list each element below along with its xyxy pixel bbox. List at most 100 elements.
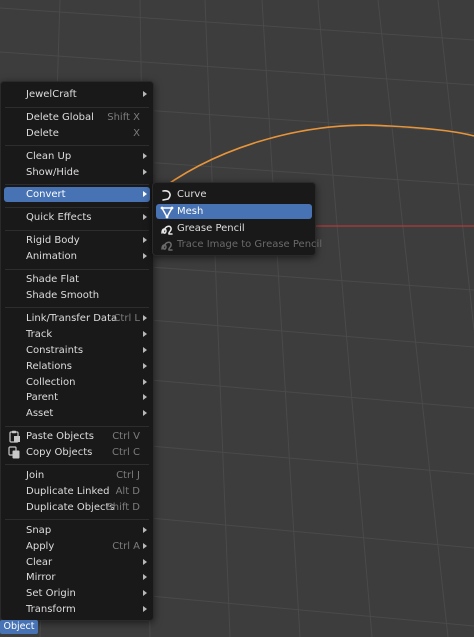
menu-item-track[interactable]: Track (4, 327, 150, 342)
convert-submenu: Curve Mesh Grease Pencil Trace Image to … (152, 182, 322, 256)
curve-icon (162, 190, 171, 201)
menu-separator (5, 145, 149, 146)
object-menu: JewelCraft Delete Global Shift X Delete … (0, 81, 154, 621)
menu-item-label: Duplicate Objects (26, 502, 115, 513)
menu-item-quick-effects[interactable]: Quick Effects (4, 210, 150, 225)
mesh-icon (160, 206, 174, 219)
submenu-item-label: Grease Pencil (177, 223, 245, 234)
menu-item-animation[interactable]: Animation (4, 249, 150, 264)
menu-item-label: Quick Effects (26, 212, 92, 223)
menu-item-label: Track (26, 329, 53, 340)
menu-item-paste-objects[interactable]: Paste Objects Ctrl V (4, 429, 150, 444)
submenu-item-curve[interactable]: Curve (156, 187, 312, 202)
object-mode-button[interactable]: Object (0, 620, 38, 634)
menu-separator (5, 307, 149, 308)
trace-image-icon (161, 241, 173, 251)
submenu-arrow-icon (143, 606, 147, 612)
menu-item-collection[interactable]: Collection (4, 375, 150, 390)
menu-item-jewelcraft[interactable]: JewelCraft (4, 87, 150, 102)
submenu-arrow-icon (143, 394, 147, 400)
menu-separator (5, 230, 149, 231)
submenu-arrow-icon (143, 214, 147, 220)
menu-item-asset[interactable]: Asset (4, 406, 150, 421)
submenu-item-grease-pencil[interactable]: Grease Pencil (156, 221, 312, 236)
submenu-arrow-icon (143, 559, 147, 565)
menu-item-shortcut: Ctrl V (112, 431, 140, 442)
menu-separator (5, 519, 149, 520)
menu-item-duplicate-objects[interactable]: Duplicate Objects Shift D (4, 500, 150, 515)
menu-item-label: Copy Objects (26, 447, 93, 458)
menu-item-shortcut: X (133, 128, 140, 139)
submenu-arrow-icon (143, 169, 147, 175)
menu-item-label: Convert (26, 189, 66, 200)
submenu-arrow-icon (143, 543, 147, 549)
menu-item-relations[interactable]: Relations (4, 359, 150, 374)
menu-item-label: Parent (26, 392, 59, 403)
menu-separator (5, 184, 149, 185)
submenu-arrow-icon (143, 379, 147, 385)
menu-separator (5, 107, 149, 108)
menu-item-transform[interactable]: Transform (4, 602, 150, 617)
submenu-arrow-icon (143, 253, 147, 259)
submenu-arrow-icon (143, 347, 147, 353)
menu-item-label: Clean Up (26, 151, 72, 162)
menu-item-shade-flat[interactable]: Shade Flat (4, 272, 150, 287)
submenu-arrow-icon (143, 153, 147, 159)
menu-item-shortcut: Shift X (107, 112, 140, 123)
menu-item-shortcut: Ctrl A (112, 541, 140, 552)
submenu-arrow-icon (143, 237, 147, 243)
submenu-item-label: Trace Image to Grease Pencil (177, 239, 323, 250)
menu-item-label: Collection (26, 377, 76, 388)
menu-item-rigid-body[interactable]: Rigid Body (4, 233, 150, 248)
grease-pencil-icon (161, 225, 173, 235)
menu-item-delete[interactable]: Delete X (4, 126, 150, 141)
menu-separator (5, 269, 149, 270)
menu-item-shortcut: Ctrl C (112, 447, 140, 458)
menu-item-label: Rigid Body (26, 235, 80, 246)
menu-item-label: JewelCraft (26, 89, 77, 100)
submenu-item-label: Curve (177, 189, 207, 200)
menu-separator (5, 207, 149, 208)
menu-item-show-hide[interactable]: Show/Hide (4, 165, 150, 180)
menu-item-set-origin[interactable]: Set Origin (4, 586, 150, 601)
menu-item-label: Snap (26, 525, 52, 536)
submenu-arrow-icon (143, 191, 147, 197)
menu-item-shortcut: Shift D (106, 502, 140, 513)
menu-item-apply[interactable]: Apply Ctrl A (4, 539, 150, 554)
submenu-item-label: Mesh (177, 206, 204, 217)
menu-item-clear[interactable]: Clear (4, 555, 150, 570)
menu-item-link-transfer-data[interactable]: Link/Transfer Data Ctrl L (4, 311, 150, 326)
menu-item-constraints[interactable]: Constraints (4, 343, 150, 358)
menu-item-shortcut: Ctrl J (116, 470, 140, 481)
menu-item-label: Animation (26, 251, 77, 262)
submenu-arrow-icon (143, 91, 147, 97)
menu-item-shortcut: Ctrl L (113, 313, 140, 324)
menu-item-label: Shade Flat (26, 274, 80, 285)
menu-item-duplicate-linked[interactable]: Duplicate Linked Alt D (4, 484, 150, 499)
menu-item-shade-smooth[interactable]: Shade Smooth (4, 288, 150, 303)
menu-separator (5, 426, 149, 427)
menu-item-mirror[interactable]: Mirror (4, 570, 150, 585)
menu-item-parent[interactable]: Parent (4, 390, 150, 405)
menu-item-label: Apply (26, 541, 55, 552)
submenu-item-mesh[interactable]: Mesh (156, 204, 312, 219)
submenu-item-trace-image-to-grease-pencil[interactable]: Trace Image to Grease Pencil (156, 237, 322, 252)
submenu-arrow-icon (143, 315, 147, 321)
menu-item-convert[interactable]: Convert (4, 187, 150, 202)
menu-item-label: Shade Smooth (26, 290, 100, 301)
menu-item-label: Delete Global (26, 112, 94, 123)
menu-item-label: Delete (26, 128, 59, 139)
menu-item-label: Asset (26, 408, 54, 419)
menu-item-join[interactable]: Join Ctrl J (4, 468, 150, 483)
submenu-arrow-icon (143, 527, 147, 533)
menu-item-label: Paste Objects (26, 431, 94, 442)
menu-separator (5, 464, 149, 465)
menu-item-label: Join (26, 470, 45, 481)
menu-item-clean-up[interactable]: Clean Up (4, 149, 150, 164)
submenu-arrow-icon (143, 363, 147, 369)
menu-item-snap[interactable]: Snap (4, 523, 150, 538)
menu-item-shortcut: Alt D (115, 486, 140, 497)
menu-item-copy-objects[interactable]: Copy Objects Ctrl C (4, 445, 150, 460)
menu-item-delete-global[interactable]: Delete Global Shift X (4, 110, 150, 125)
copy-icon (8, 446, 20, 459)
